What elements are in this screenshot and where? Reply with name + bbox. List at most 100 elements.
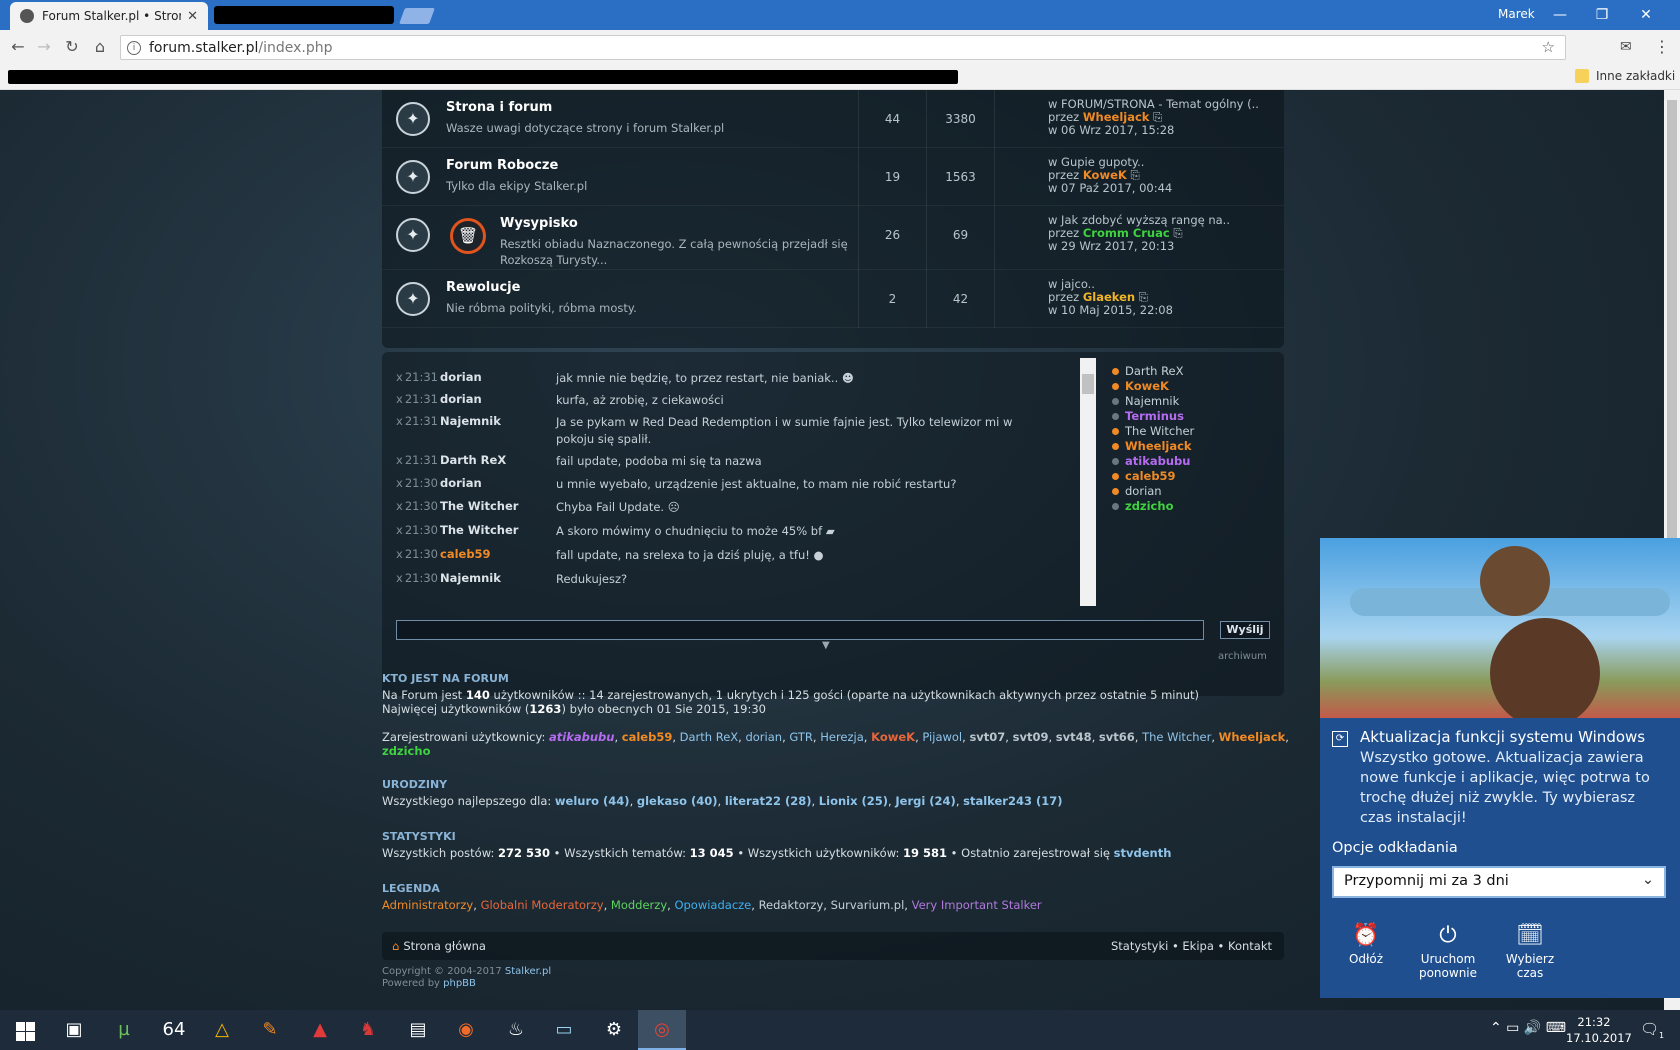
delete-shout-icon[interactable]: x xyxy=(396,523,403,537)
shout-author[interactable]: dorian xyxy=(440,370,482,384)
tab-forum[interactable]: Forum Stalker.pl • Strona ✕ xyxy=(10,2,208,30)
profile-name[interactable]: Marek xyxy=(1498,7,1535,21)
shout-author[interactable]: Najemnik xyxy=(440,414,501,428)
goto-post-icon[interactable]: ⎘ xyxy=(1130,168,1139,182)
address-bar[interactable]: i forum.stalker.pl/index.php ☆ xyxy=(120,35,1566,60)
online-user[interactable]: Terminus xyxy=(1112,409,1184,423)
action-center-icon[interactable]: 🗨1 xyxy=(1640,1020,1664,1040)
bookmark-star-icon[interactable]: ☆ xyxy=(1542,38,1555,56)
goto-post-icon[interactable]: ⎘ xyxy=(1153,110,1162,124)
shout-author[interactable]: Najemnik xyxy=(440,571,501,585)
shout-author[interactable]: Darth ReX xyxy=(440,453,506,467)
birthdays-text: Wszystkiego najlepszego dla: weluro (44)… xyxy=(382,794,1063,808)
shout-time: 21:30 xyxy=(404,523,438,537)
browser-titlebar: Forum Stalker.pl • Strona ✕ Marek — ❐ ✕ xyxy=(0,0,1680,30)
online-user[interactable]: Darth ReX xyxy=(1112,364,1184,378)
home-link[interactable]: ⌂ Strona główna xyxy=(392,939,486,953)
shout-author[interactable]: The Witcher xyxy=(440,499,518,513)
shout-input[interactable] xyxy=(396,620,1204,640)
taskbar-clock[interactable]: 21:32 17.10.2017 xyxy=(1566,1014,1632,1046)
last-post-date: w 29 Wrz 2017, 20:13 xyxy=(1048,239,1175,253)
taskbar-store-icon[interactable]: ▭ xyxy=(540,1010,588,1050)
delete-shout-icon[interactable]: x xyxy=(396,392,403,406)
close-window-icon[interactable]: ✕ xyxy=(1626,3,1666,27)
forum-title[interactable]: Rewolucje xyxy=(446,280,520,295)
restart-button[interactable]: ⏻ Uruchom ponownie xyxy=(1410,924,1486,981)
taskbar-origin-icon[interactable]: ◉ xyxy=(442,1010,490,1050)
pick-time-button[interactable]: 🗓 Wybierz czas xyxy=(1492,924,1568,981)
taskbar-utorrent-icon[interactable]: µ xyxy=(100,1010,148,1050)
delete-shout-icon[interactable]: x xyxy=(396,571,403,585)
shout-author[interactable]: dorian xyxy=(440,392,482,406)
forum-title[interactable]: Forum Robocze xyxy=(446,158,558,173)
start-button[interactable] xyxy=(0,1010,48,1050)
taskbar-steam-icon[interactable]: ♨ xyxy=(492,1010,540,1050)
forum-title[interactable]: Wysypisko xyxy=(500,216,578,231)
forward-arrow-icon[interactable]: → xyxy=(32,35,56,59)
taskbar-video-icon[interactable]: ▤ xyxy=(394,1010,442,1050)
goto-post-icon[interactable]: ⎘ xyxy=(1139,290,1148,304)
last-post-author[interactable]: Cromm Cruac xyxy=(1083,226,1170,240)
footer-links[interactable]: Statystyki • Ekipa • Kontakt xyxy=(1111,939,1272,953)
back-arrow-icon[interactable]: ← xyxy=(6,35,30,59)
archive-link[interactable]: archiwum xyxy=(1218,651,1267,662)
tab-redacted[interactable] xyxy=(214,6,394,24)
registered-users: Zarejestrowani użytkownicy: atikabubu, c… xyxy=(382,730,1289,758)
taskbar-triangle-icon[interactable]: △ xyxy=(198,1010,246,1050)
taskbar-settings-icon[interactable]: ⚙ xyxy=(590,1010,638,1050)
chrome-menu-icon[interactable]: ⋮ xyxy=(1654,37,1670,56)
taskbar-explorer-icon[interactable]: ▣ xyxy=(50,1010,98,1050)
maximize-icon[interactable]: ❐ xyxy=(1582,3,1622,27)
shoutbox-scrollbar[interactable] xyxy=(1080,358,1096,606)
spit-emoji-icon: ● xyxy=(813,548,824,562)
close-tab-icon[interactable]: ✕ xyxy=(187,9,198,24)
taskbar-delta-icon[interactable]: ▲ xyxy=(296,1010,344,1050)
online-user[interactable]: The Witcher xyxy=(1112,424,1194,438)
delete-shout-icon[interactable]: x xyxy=(396,453,403,467)
reload-icon[interactable]: ↻ xyxy=(60,35,84,59)
snooze-button[interactable]: ⏰ Odłóż xyxy=(1328,924,1404,967)
last-post-author[interactable]: Wheeljack xyxy=(1083,110,1150,124)
minimize-icon[interactable]: — xyxy=(1540,3,1580,27)
new-tab-button[interactable] xyxy=(399,8,435,24)
online-user[interactable]: zdzicho xyxy=(1112,499,1173,513)
shout-author[interactable]: The Witcher xyxy=(440,523,518,537)
online-user[interactable]: caleb59 xyxy=(1112,469,1176,483)
taskbar-64-icon[interactable]: 64 xyxy=(150,1010,198,1050)
site-info-icon[interactable]: i xyxy=(127,40,141,55)
delete-shout-icon[interactable]: x xyxy=(396,547,403,561)
delete-shout-icon[interactable]: x xyxy=(396,370,403,384)
online-user[interactable]: KoweK xyxy=(1112,379,1169,393)
delete-shout-icon[interactable]: x xyxy=(396,414,403,428)
forum-posts: 1563 xyxy=(926,148,994,206)
last-post-author[interactable]: Glaeken xyxy=(1083,290,1135,304)
snooze-select[interactable]: Przypomnij mi za 3 dni ⌄ xyxy=(1332,866,1666,898)
shout-author[interactable]: caleb59 xyxy=(440,547,491,561)
last-post-author[interactable]: KoweK xyxy=(1083,168,1127,182)
other-bookmarks[interactable]: Inne zakładki xyxy=(1596,69,1675,83)
forum-row: ✦ Strona i forum Wasze uwagi dotyczące s… xyxy=(382,90,1284,148)
browser-toolbar: ← → ↻ ⌂ i forum.stalker.pl/index.php ☆ ✉… xyxy=(0,30,1680,64)
forum-title[interactable]: Strona i forum xyxy=(446,100,552,115)
send-shout-button[interactable]: Wyślij xyxy=(1220,621,1270,639)
shout-time: 21:31 xyxy=(404,370,438,384)
taskbar-bull-icon[interactable]: ♞ xyxy=(344,1010,392,1050)
collapse-arrow-icon[interactable]: ▼ xyxy=(822,640,830,651)
birthdays-heading: URODZINY xyxy=(382,778,448,791)
goto-post-icon[interactable]: ⎘ xyxy=(1173,226,1182,240)
delete-shout-icon[interactable]: x xyxy=(396,476,403,490)
online-user[interactable]: atikabubu xyxy=(1112,454,1190,468)
shout-text: fail update, podoba mi się ta nazwa xyxy=(556,454,762,468)
online-user[interactable]: Wheeljack xyxy=(1112,439,1192,453)
bookmarks-redacted[interactable] xyxy=(8,70,958,84)
home-icon[interactable]: ⌂ xyxy=(88,35,112,59)
online-user[interactable]: Najemnik xyxy=(1112,394,1179,408)
delete-shout-icon[interactable]: x xyxy=(396,499,403,513)
shout-author[interactable]: dorian xyxy=(440,476,482,490)
gmail-extension-icon[interactable]: ✉ xyxy=(1620,39,1632,55)
taskbar-brush-icon[interactable]: ✎ xyxy=(246,1010,294,1050)
taskbar-chrome-icon[interactable]: ◎ xyxy=(638,1010,686,1050)
chevron-down-icon: ⌄ xyxy=(1641,872,1654,888)
system-tray[interactable]: ⌃ ▭ 🔊 ⌨ xyxy=(1490,1020,1566,1036)
online-user[interactable]: dorian xyxy=(1112,484,1162,498)
